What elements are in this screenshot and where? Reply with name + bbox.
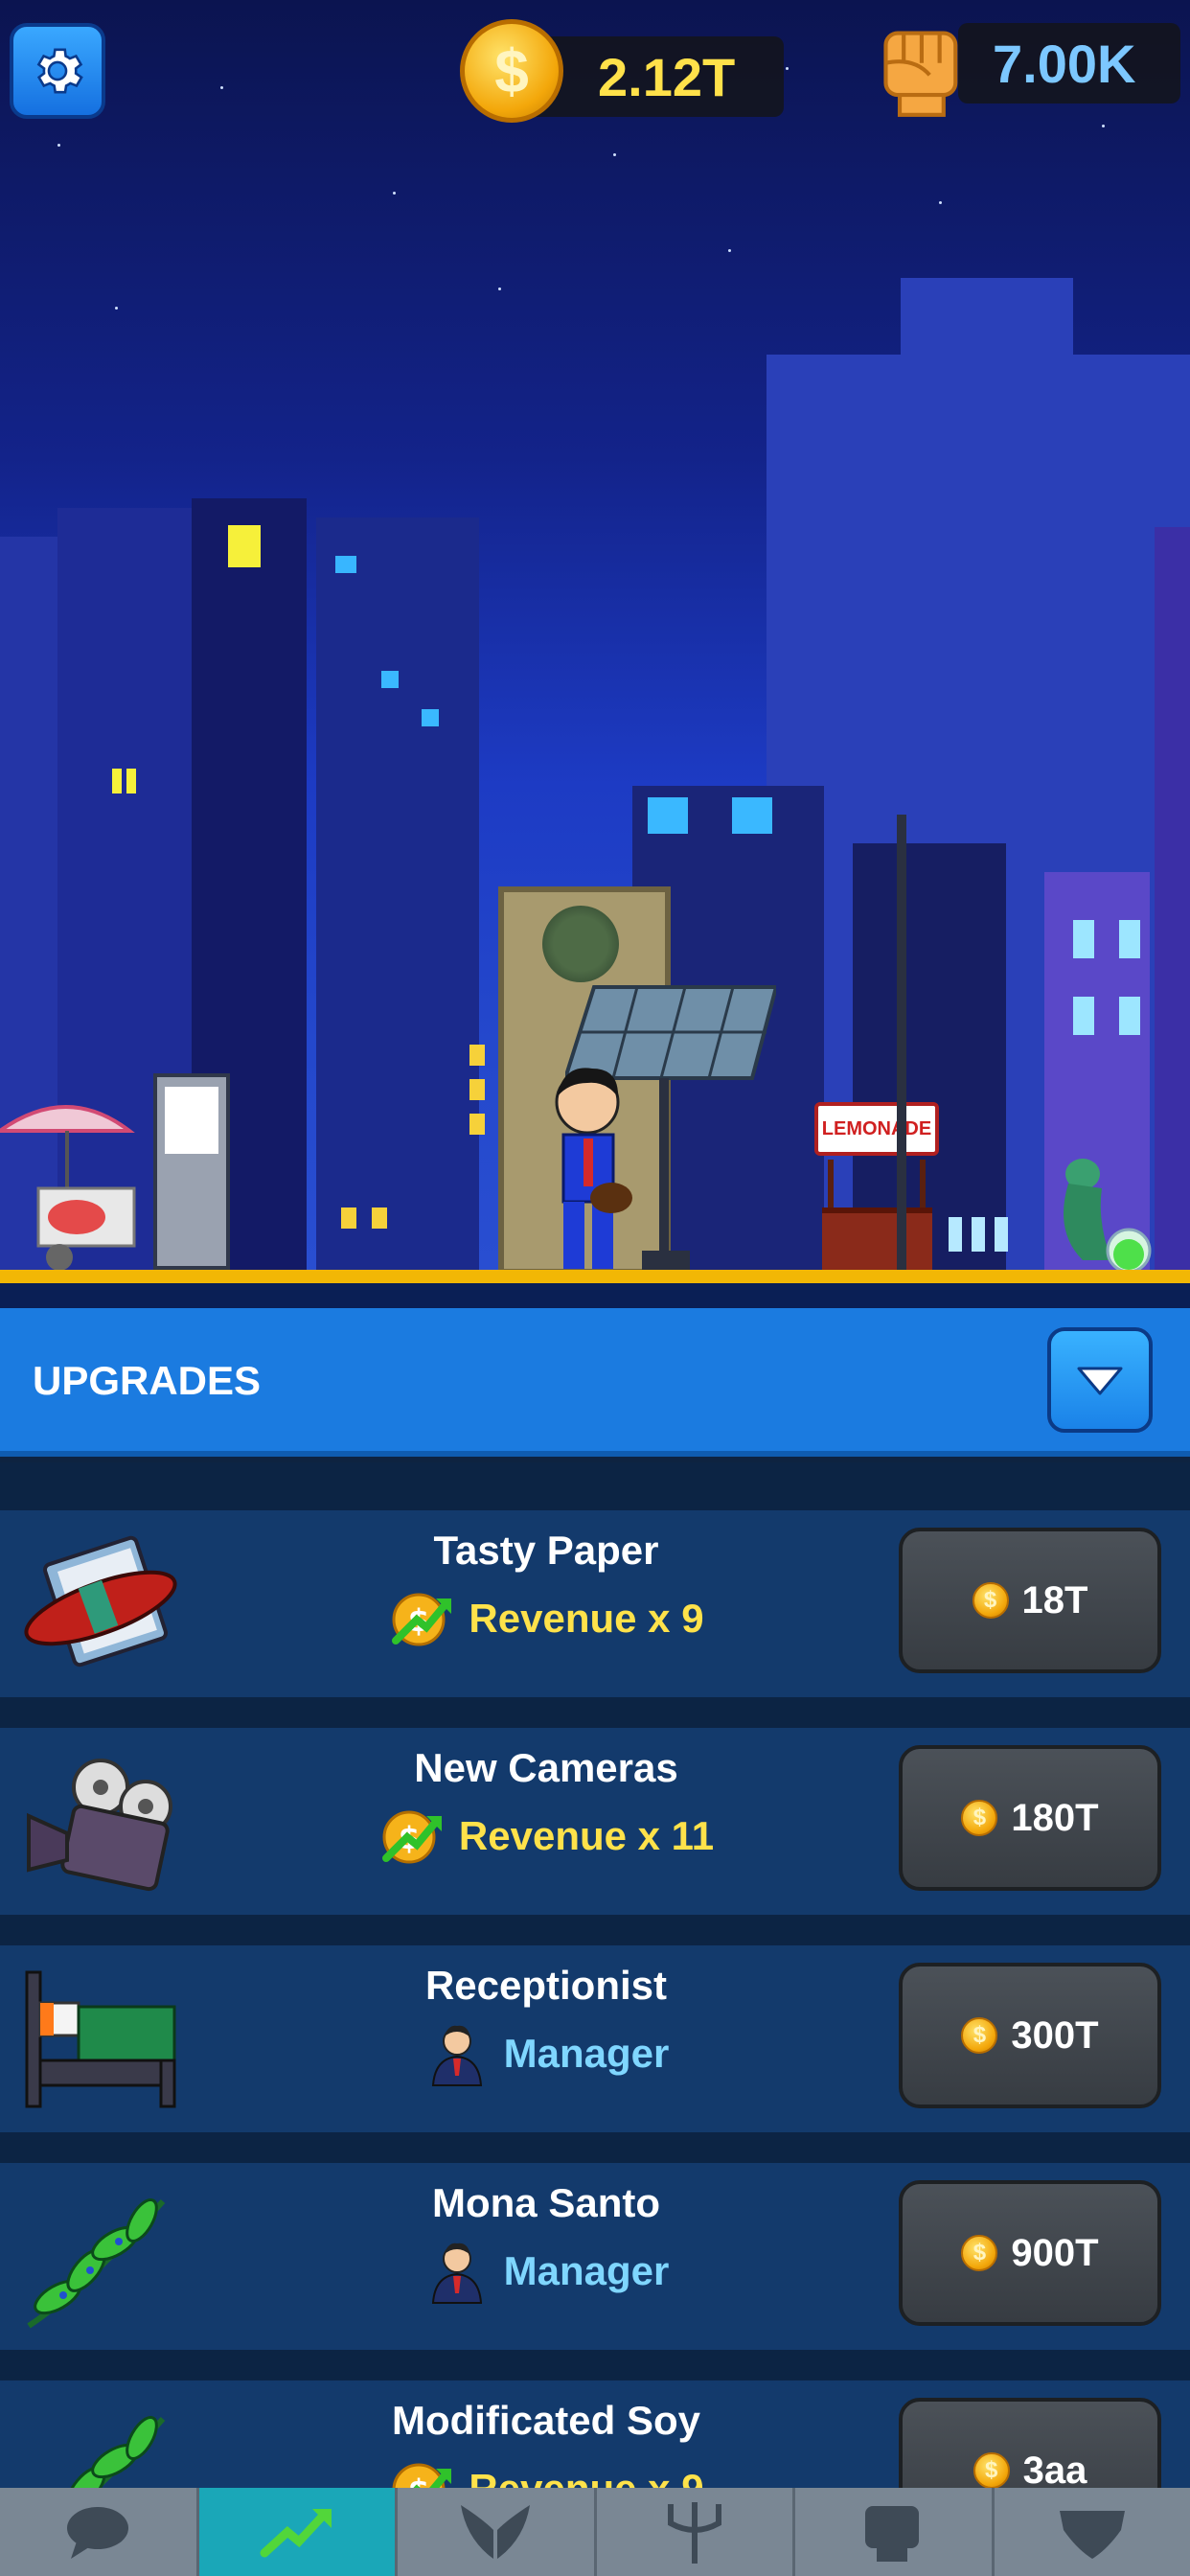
- tab-heart[interactable]: [995, 2488, 1190, 2576]
- tab-power[interactable]: [795, 2488, 995, 2576]
- power-counter: 7.00K: [958, 23, 1180, 104]
- gear-icon: [36, 48, 83, 94]
- fist-icon: [883, 31, 958, 117]
- coin-icon: $: [460, 19, 563, 123]
- buy-button[interactable]: $ 300T: [899, 1963, 1161, 2108]
- film-camera-icon: [27, 1759, 172, 1892]
- manager-icon: [431, 2025, 482, 2086]
- tab-chat[interactable]: [0, 2488, 199, 2576]
- coin-icon: $: [961, 2235, 998, 2271]
- building-right-edge: [1155, 527, 1190, 1275]
- price-label: 3aa: [1022, 2449, 1087, 2489]
- buy-button[interactable]: $ 3aa: [899, 2398, 1161, 2488]
- chat-bubble-icon: [67, 2507, 129, 2559]
- price-label: 300T: [1011, 2013, 1099, 2057]
- wings-icon: [461, 2505, 531, 2559]
- buy-button[interactable]: $ 18T: [899, 1528, 1161, 1673]
- trend-up-icon: [260, 2509, 332, 2558]
- svg-text:$: $: [408, 2472, 429, 2488]
- upgrade-effect: Manager: [503, 2031, 670, 2076]
- manager-icon: [431, 2242, 482, 2304]
- upgrade-row: New Cameras $ Revenue x 11 $ 180T: [0, 1728, 1190, 1915]
- price-label: 18T: [1021, 1578, 1088, 1622]
- street-curb: [0, 1270, 1190, 1283]
- building-far-right-top: [901, 278, 1073, 374]
- tab-upgrades[interactable]: [198, 2488, 398, 2576]
- paper-stack-icon: [24, 1535, 177, 1668]
- upgrade-name: Tasty Paper: [433, 1528, 659, 1573]
- green-creature: [1064, 1159, 1152, 1274]
- chevron-down-icon: [1077, 1367, 1123, 1395]
- lemonade-stand: LEMONADE: [814, 1102, 939, 1275]
- collapse-button[interactable]: [1047, 1327, 1153, 1433]
- plant-branch-icon: [66, 2416, 166, 2488]
- buy-button[interactable]: $ 180T: [899, 1745, 1161, 1891]
- revenue-up-icon: $: [392, 2463, 452, 2488]
- side-door: [153, 1073, 230, 1270]
- coin-icon: $: [961, 1800, 998, 1836]
- upgrade-effect: Revenue x 11: [458, 1813, 715, 1858]
- upgrade-name: Mona Santo: [432, 2180, 660, 2225]
- heart-icon: [1059, 2511, 1125, 2559]
- revenue-up-icon: $: [392, 1593, 452, 1646]
- trident-icon: [667, 2502, 721, 2564]
- upgrades-list: Tasty Paper $ Revenue x 9 $ 18T New Came…: [0, 1462, 1190, 2488]
- upgrade-name: Receptionist: [424, 1963, 668, 2008]
- street-lamp: [897, 815, 906, 1275]
- coin-icon: $: [973, 2452, 1010, 2488]
- bed-icon: [25, 1970, 176, 2108]
- upgrade-name: New Cameras: [414, 1745, 678, 1790]
- buy-button[interactable]: $ 900T: [899, 2180, 1161, 2326]
- fist-icon: [865, 2506, 920, 2562]
- player-character: [555, 1068, 632, 1269]
- plant-branch-icon: [27, 2198, 166, 2329]
- tab-angels[interactable]: [398, 2488, 597, 2576]
- upgrades-header: UPGRADES: [0, 1308, 1190, 1457]
- upgrade-row: Receptionist Manager $ 300T: [0, 1945, 1190, 2132]
- power-value: 7.00K: [993, 33, 1136, 94]
- coin-icon: $: [972, 1582, 1009, 1619]
- upgrade-effect: Revenue x 9: [469, 2466, 703, 2488]
- upgrade-name: Modificated Soy: [391, 2398, 701, 2443]
- upgrade-effect: Revenue x 9: [469, 1596, 704, 1641]
- price-label: 180T: [1011, 1796, 1099, 1839]
- lemonade-sign-text: LEMONADE: [821, 1117, 932, 1139]
- upgrades-title: UPGRADES: [33, 1358, 262, 1403]
- upgrade-row: Tasty Paper $ Revenue x 9 $ 18T: [0, 1510, 1190, 1697]
- money-value: 2.12T: [598, 46, 736, 107]
- settings-button[interactable]: [10, 23, 105, 119]
- bottom-nav: [0, 2488, 1190, 2576]
- upgrade-row: Mona Santo Manager $ 900T: [0, 2163, 1190, 2350]
- revenue-up-icon: $: [381, 1810, 442, 1864]
- upgrade-row: Modificated Soy $ Revenue x 9 $ 3aa: [0, 2380, 1190, 2488]
- upgrade-effect: Manager: [503, 2248, 670, 2293]
- coin-icon: $: [961, 2017, 998, 2054]
- price-label: 900T: [1011, 2231, 1099, 2274]
- tab-trident[interactable]: [597, 2488, 795, 2576]
- building-mid-tall: [316, 518, 479, 1275]
- food-cart: [0, 1105, 136, 1271]
- city-scene: LEMONADE: [0, 0, 1190, 1308]
